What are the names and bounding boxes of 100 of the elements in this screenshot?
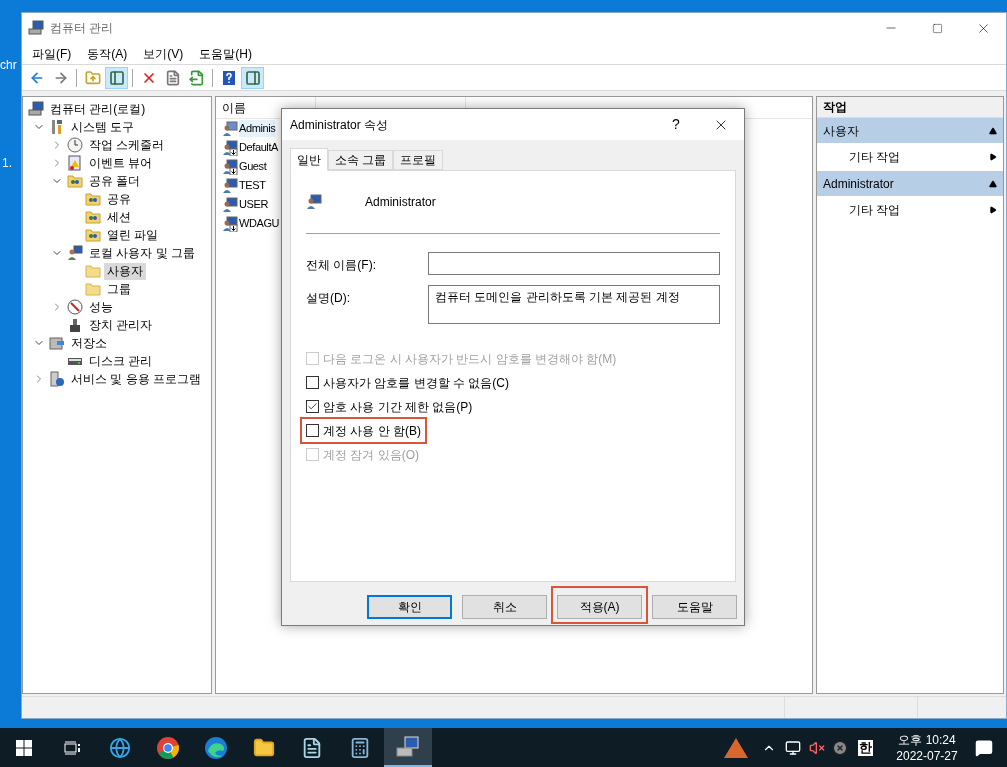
properties-icon [164, 69, 181, 86]
checkbox-label: 계정 사용 안 함(B) [323, 422, 421, 440]
shared-folder-icon [85, 191, 101, 207]
tree-item[interactable]: 디스크 관리 [86, 352, 156, 370]
menu-item[interactable]: 보기(V) [136, 44, 191, 63]
menu-item[interactable]: 동작(A) [80, 44, 135, 63]
shared-folder-icon [85, 209, 101, 225]
tree-item[interactable]: 이벤트 뷰어 [86, 154, 156, 172]
tree-item[interactable]: 저장소 [68, 334, 110, 352]
tree-item[interactable]: 작업 스케줄러 [86, 136, 168, 154]
ime-indicator[interactable]: 한 [858, 739, 873, 756]
full-name-field[interactable] [428, 252, 720, 275]
error-icon[interactable] [832, 739, 848, 756]
computer-icon [28, 20, 44, 36]
task-view-icon [64, 740, 80, 755]
section-title: Administrator [823, 175, 894, 193]
tree-item[interactable]: 시스템 도구 [68, 118, 138, 136]
warning-triangle-icon[interactable] [724, 737, 748, 758]
maximize-icon [931, 22, 943, 34]
folder-icon [85, 263, 101, 279]
dialog-button[interactable]: 취소 [462, 595, 547, 619]
tree-item[interactable]: 장치 관리자 [86, 316, 156, 334]
calculator-icon [349, 736, 371, 759]
browser-icon [157, 736, 179, 759]
muted-speaker-icon[interactable] [809, 739, 825, 756]
menu-item[interactable]: 파일(F) [25, 44, 79, 63]
action-pane-title: 작업 [817, 97, 1003, 118]
check-icon [307, 401, 318, 412]
dialog-button[interactable]: 적용(A) [557, 595, 642, 619]
device-icon [67, 317, 83, 333]
services-icon [49, 371, 65, 387]
tree-item[interactable]: 사용자 [104, 262, 146, 280]
collapse-icon[interactable] [989, 179, 997, 188]
folder-up-icon [84, 69, 101, 86]
panel-icon [108, 69, 125, 86]
action-label: 기타 작업 [849, 202, 901, 219]
tab[interactable]: 소속 그룹 [328, 150, 394, 170]
toolbar-button[interactable] [241, 66, 264, 89]
users-icon [67, 245, 83, 261]
account-name: Administrator [365, 194, 436, 211]
tree-item[interactable]: 열린 파일 [104, 226, 162, 244]
action-item[interactable]: 기타 작업 [817, 196, 1003, 224]
submenu-arrow-icon [989, 206, 997, 214]
help-button[interactable]: ? [654, 109, 698, 140]
tree-item[interactable]: 컴퓨터 관리(로컬) [47, 100, 149, 118]
action-label: 기타 작업 [849, 149, 901, 166]
user-row[interactable]: Adminis [239, 120, 276, 137]
event-log-icon [67, 155, 83, 171]
shared-folder-icon [85, 227, 101, 243]
taskbar-app[interactable] [384, 728, 432, 767]
network-icon[interactable] [785, 739, 801, 756]
desktop-icon-label[interactable]: chr [0, 58, 17, 72]
section-title: 사용자 [823, 122, 859, 140]
tree-item[interactable]: 세션 [104, 208, 134, 226]
clock-icon [67, 137, 83, 153]
tools-icon [49, 119, 65, 135]
checkbox[interactable] [306, 400, 319, 413]
user-icon [306, 194, 322, 210]
checkbox-label: 사용자가 암호를 변경할 수 없음(C) [323, 374, 509, 392]
folder-icon [253, 736, 275, 759]
desktop-icon-label[interactable]: 1. [0, 156, 17, 170]
toolbar-button[interactable] [105, 66, 128, 89]
action-item[interactable]: 기타 작업 [817, 143, 1003, 171]
dialog-button[interactable]: 확인 [367, 595, 452, 619]
action-section-header[interactable]: 사용자 [817, 118, 1003, 143]
help-icon [220, 69, 237, 86]
export-icon [188, 69, 205, 86]
tab[interactable]: 일반 [290, 148, 328, 171]
menu-item[interactable]: 도움말(H) [192, 44, 259, 63]
description-field[interactable]: 컴퓨터 도메인을 관리하도록 기본 제공된 계정 [428, 285, 720, 324]
window-title: 컴퓨터 관리 [50, 20, 114, 37]
tree-item[interactable]: 그룹 [104, 280, 134, 298]
tree-item[interactable]: 공유 [104, 190, 134, 208]
checkbox-label: 계정 잠겨 있음(O) [323, 446, 419, 464]
computer-icon [396, 735, 420, 758]
collapse-icon[interactable] [989, 126, 997, 135]
notification-icon[interactable] [975, 738, 993, 757]
computer-icon [28, 101, 44, 117]
tab[interactable]: 프로필 [393, 150, 444, 170]
dialog-title: Administrator 속성 [290, 116, 389, 134]
checkbox[interactable] [306, 376, 319, 389]
dialog-button[interactable]: 도움말 [652, 595, 737, 619]
tree-item[interactable]: 서비스 및 응용 프로그램 [68, 370, 204, 388]
user-row[interactable]: USER [239, 196, 268, 213]
user-row[interactable]: TEST [239, 177, 266, 194]
shared-folder-icon [67, 173, 83, 189]
globe-icon [109, 736, 131, 759]
checkbox-label: 다음 로그온 시 사용자가 반드시 암호를 변경해야 함(M) [323, 350, 617, 368]
wave-browser-icon [205, 736, 227, 759]
gauge-icon [67, 299, 83, 315]
tree-item[interactable]: 공유 폴더 [86, 172, 144, 190]
clock[interactable]: 오후 10:24 2022-07-27 [893, 731, 961, 764]
action-section-header[interactable]: Administrator [817, 171, 1003, 196]
clock-date: 2022-07-27 [896, 747, 958, 764]
field-label: 전체 이름(F): [306, 257, 377, 274]
checkbox[interactable] [306, 424, 319, 437]
folder-icon [85, 281, 101, 297]
checkbox-label: 암호 사용 기간 제한 없음(P) [323, 398, 473, 416]
tree-item[interactable]: 로컬 사용자 및 그룹 [86, 244, 198, 262]
tree-item[interactable]: 성능 [86, 298, 116, 316]
